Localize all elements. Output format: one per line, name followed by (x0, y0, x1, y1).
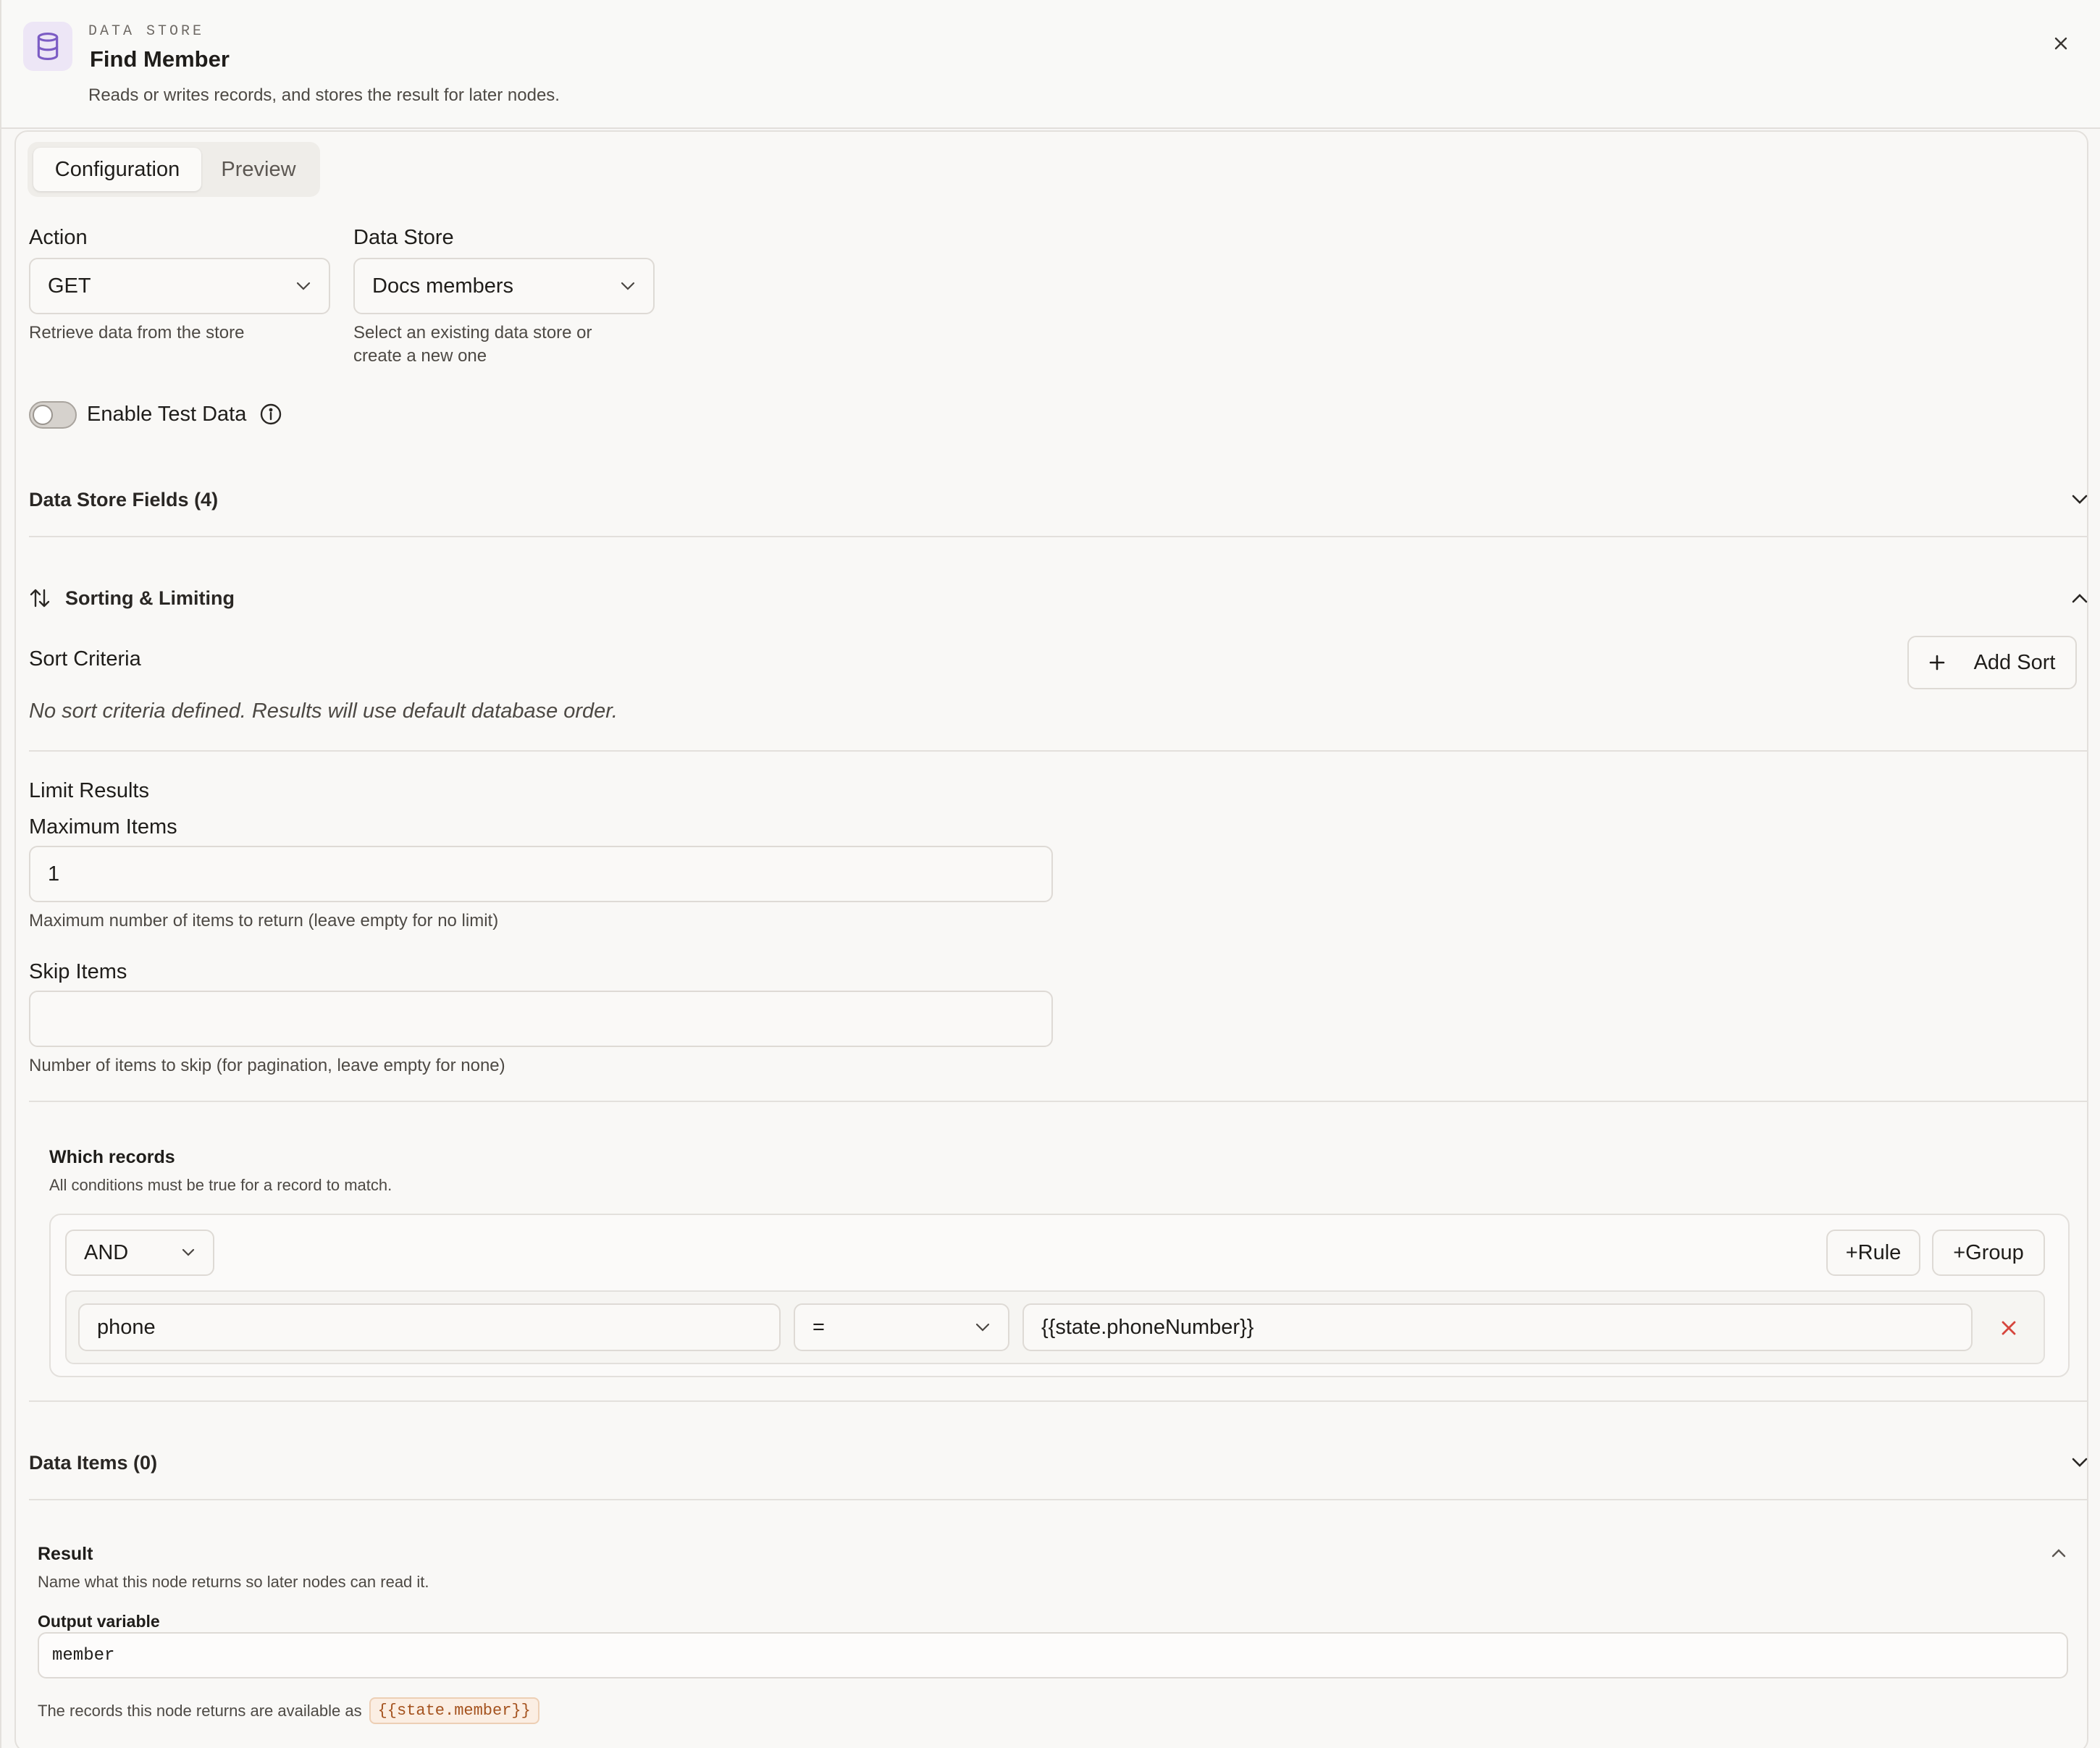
output-variable-label: Output variable (38, 1612, 160, 1631)
rule-value-input[interactable]: {{state.phoneNumber}} (1022, 1303, 1973, 1351)
max-items-label: Maximum Items (29, 815, 177, 839)
max-items-help: Maximum number of items to return (leave… (29, 911, 499, 930)
limit-results-title: Limit Results (29, 779, 149, 802)
sort-criteria-label: Sort Criteria (29, 647, 141, 671)
chevron-up-icon (2072, 594, 2088, 603)
data-store-fields-title: Data Store Fields (4) (29, 488, 219, 510)
chevron-down-icon (2072, 495, 2088, 504)
rule-row: phone = {{state.phoneNumber}} (65, 1290, 2045, 1364)
rule-operator-value: = (812, 1315, 825, 1339)
skip-items-label: Skip Items (29, 960, 127, 983)
chevron-down-icon (296, 282, 311, 290)
data-items-title: Data Items (0) (29, 1451, 158, 1474)
combinator-value: AND (84, 1240, 129, 1264)
node-type-label: DATA STORE (88, 23, 205, 40)
test-data-label: Enable Test Data (87, 403, 247, 426)
tab-preview[interactable]: Preview (204, 148, 313, 191)
action-label: Action (29, 226, 88, 249)
output-variable-input[interactable]: member (38, 1632, 2068, 1678)
divider (29, 1400, 2088, 1402)
info-icon[interactable] (259, 403, 282, 429)
sorting-limiting-title: Sorting & Limiting (65, 587, 235, 609)
data-items-header[interactable]: Data Items (0) (29, 1448, 2088, 1477)
rule-field-input[interactable]: phone (78, 1303, 781, 1351)
result-footer-text: The records this node returns are availa… (38, 1701, 362, 1720)
rule-operator-select[interactable]: = (794, 1303, 1009, 1351)
tab-list: Configuration Preview (28, 142, 320, 197)
add-sort-label: Add Sort (1973, 650, 2056, 674)
sorting-limiting-header[interactable]: Sorting & Limiting (29, 584, 2088, 613)
data-store-help-line1: Select an existing data store or (353, 323, 592, 343)
test-data-toggle[interactable] (29, 401, 77, 429)
result-collapse-button[interactable] (2051, 1548, 2067, 1562)
skip-items-input[interactable] (29, 991, 1053, 1047)
sort-arrows-icon (30, 589, 50, 608)
add-rule-button[interactable]: +Rule (1826, 1230, 1920, 1276)
chevron-down-icon (182, 1248, 195, 1256)
data-store-value: Docs members (372, 274, 513, 298)
action-select[interactable]: GET (29, 258, 330, 314)
which-records-title: Which records (49, 1147, 175, 1167)
action-value: GET (48, 274, 91, 298)
state-token: {{state.member}} (369, 1697, 539, 1724)
chevron-down-icon (975, 1323, 990, 1332)
node-description: Reads or writes records, and stores the … (88, 85, 560, 105)
node-title: Find Member (90, 46, 230, 72)
add-sort-button[interactable]: Add Sort (1907, 636, 2077, 689)
action-help: Retrieve data from the store (29, 323, 245, 343)
toggle-knob (33, 405, 53, 425)
data-store-help: Select an existing data store or create … (353, 322, 592, 368)
divider (29, 750, 2088, 752)
plus-icon (1929, 655, 1944, 671)
which-records-subtitle: All conditions must be true for a record… (49, 1176, 392, 1194)
close-icon (2054, 37, 2067, 50)
panel-header: DATA STORE Find Member Reads or writes r… (1, 0, 2100, 129)
close-icon (2002, 1321, 2016, 1335)
chevron-down-icon (2072, 1458, 2088, 1467)
max-items-input[interactable]: 1 (29, 846, 1053, 902)
database-icon (23, 22, 72, 71)
chevron-down-icon (621, 282, 635, 290)
sort-empty-text: No sort criteria defined. Results will u… (29, 699, 618, 723)
remove-rule-button[interactable] (1996, 1315, 2022, 1341)
result-footer: The records this node returns are availa… (38, 1697, 539, 1724)
data-store-fields-header[interactable]: Data Store Fields (4) (29, 485, 2088, 514)
data-store-label: Data Store (353, 226, 454, 249)
panel-body: Configuration Preview Action GET Retriev… (14, 130, 2088, 1748)
divider (29, 1499, 2088, 1500)
result-title: Result (38, 1544, 93, 1564)
divider (29, 1101, 2088, 1102)
data-store-help-line2: create a new one (353, 346, 487, 366)
chevron-up-icon (2051, 1549, 2066, 1558)
rule-group: AND +Rule +Group phone = {{state.phoneNu… (49, 1214, 2070, 1377)
data-store-select[interactable]: Docs members (353, 258, 655, 314)
combinator-select[interactable]: AND (65, 1230, 214, 1276)
divider (29, 536, 2088, 537)
result-subtitle: Name what this node returns so later nod… (38, 1573, 429, 1591)
add-group-button[interactable]: +Group (1932, 1230, 2045, 1276)
tab-configuration[interactable]: Configuration (33, 148, 201, 191)
skip-items-help: Number of items to skip (for pagination,… (29, 1056, 505, 1075)
node-config-panel: DATA STORE Find Member Reads or writes r… (0, 0, 2100, 1748)
close-button[interactable] (2044, 26, 2078, 61)
